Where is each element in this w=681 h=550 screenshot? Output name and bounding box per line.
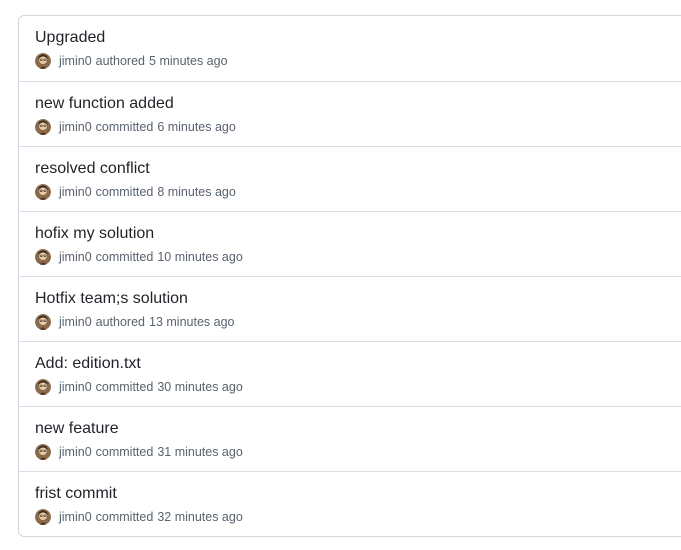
commit-time: 10 minutes ago <box>157 250 243 264</box>
commit-row: hofix my solution jimin0 committed 10 mi… <box>19 211 681 276</box>
commit-meta: jimin0 authored 13 minutes ago <box>35 314 681 330</box>
commit-author-link[interactable]: jimin0 <box>59 249 92 265</box>
commit-title-link[interactable]: new function added <box>35 94 681 114</box>
commit-title-link[interactable]: resolved conflict <box>35 159 681 179</box>
commit-author-link[interactable]: jimin0 <box>59 444 92 460</box>
user-avatar-icon[interactable] <box>35 184 51 200</box>
user-avatar-icon[interactable] <box>35 444 51 460</box>
commit-action: committed <box>95 510 154 524</box>
commit-meta: jimin0 authored 5 minutes ago <box>35 53 681 69</box>
commit-meta: jimin0 committed 30 minutes ago <box>35 379 681 395</box>
commit-time: 32 minutes ago <box>157 510 243 524</box>
commit-row: new feature jimin0 committed 31 minutes … <box>19 406 681 471</box>
commit-title-link[interactable]: Upgraded <box>35 28 681 48</box>
user-avatar-icon[interactable] <box>35 314 51 330</box>
commit-author-link[interactable]: jimin0 <box>59 379 92 395</box>
commit-title-link[interactable]: Add: edition.txt <box>35 354 681 374</box>
commit-row: new function added jimin0 committed 6 mi… <box>19 81 681 146</box>
commit-meta: jimin0 committed 6 minutes ago <box>35 119 681 135</box>
commit-time: 8 minutes ago <box>157 185 236 199</box>
commit-action: committed <box>95 250 154 264</box>
commit-author-link[interactable]: jimin0 <box>59 119 92 135</box>
commit-time: 31 minutes ago <box>157 445 243 459</box>
commit-row: Upgraded jimin0 authored 5 minutes ago <box>19 16 681 81</box>
commit-meta: jimin0 committed 31 minutes ago <box>35 444 681 460</box>
commit-row: frist commit jimin0 committed 32 minutes… <box>19 471 681 536</box>
commit-time: 5 minutes ago <box>149 54 228 68</box>
commit-title-link[interactable]: frist commit <box>35 484 681 504</box>
commit-time: 30 minutes ago <box>157 380 243 394</box>
commit-time: 13 minutes ago <box>149 315 235 329</box>
commit-action: authored <box>95 54 146 68</box>
commit-action: committed <box>95 120 154 134</box>
commit-title-link[interactable]: hofix my solution <box>35 224 681 244</box>
commit-action: committed <box>95 185 154 199</box>
commit-row: Add: edition.txt jimin0 committed 30 min… <box>19 341 681 406</box>
commit-title-link[interactable]: Hotfix team;s solution <box>35 289 681 309</box>
commit-author-link[interactable]: jimin0 <box>59 314 92 330</box>
commit-author-link[interactable]: jimin0 <box>59 184 92 200</box>
user-avatar-icon[interactable] <box>35 509 51 525</box>
commit-time: 6 minutes ago <box>157 120 236 134</box>
commit-author-link[interactable]: jimin0 <box>59 509 92 525</box>
commit-meta: jimin0 committed 8 minutes ago <box>35 184 681 200</box>
commit-action: authored <box>95 315 146 329</box>
commit-author-link[interactable]: jimin0 <box>59 53 92 69</box>
user-avatar-icon[interactable] <box>35 53 51 69</box>
commit-action: committed <box>95 380 154 394</box>
user-avatar-icon[interactable] <box>35 119 51 135</box>
commit-action: committed <box>95 445 154 459</box>
user-avatar-icon[interactable] <box>35 379 51 395</box>
commit-row: resolved conflict jimin0 committed 8 min… <box>19 146 681 211</box>
user-avatar-icon[interactable] <box>35 249 51 265</box>
commit-title-link[interactable]: new feature <box>35 419 681 439</box>
commit-meta: jimin0 committed 32 minutes ago <box>35 509 681 525</box>
commit-list: Upgraded jimin0 authored 5 minutes ago n… <box>18 15 681 537</box>
commit-meta: jimin0 committed 10 minutes ago <box>35 249 681 265</box>
commit-row: Hotfix team;s solution jimin0 authored 1… <box>19 276 681 341</box>
